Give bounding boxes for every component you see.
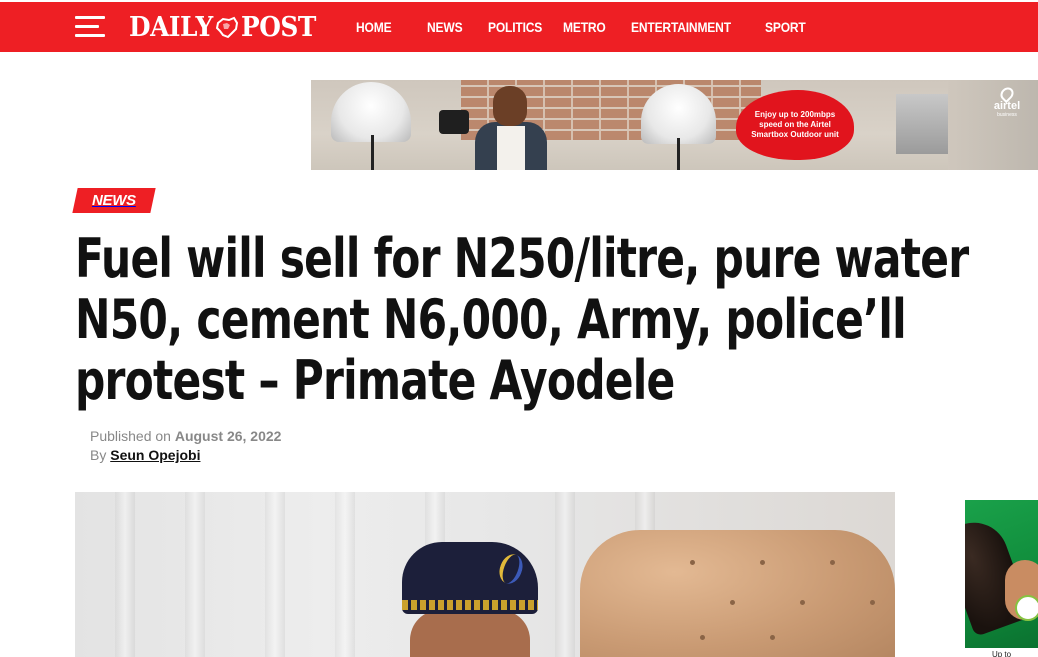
article-meta: Published on August 26, 2022 By Seun Ope… — [90, 427, 281, 465]
ad-offer-text: Enjoy up to 200mbps speed on the Airtel … — [751, 110, 839, 139]
category-badge-news[interactable]: NEWS — [72, 188, 156, 213]
article-hero-image — [75, 492, 895, 657]
published-date: August 26, 2022 — [174, 428, 282, 444]
publish-line: Published on August 26, 2022 — [90, 427, 281, 446]
by-label: By — [90, 447, 107, 463]
logo-word-daily: DAILY — [129, 12, 213, 43]
sidebar-ad-caption: Up to — [991, 650, 1012, 657]
author-link[interactable]: Seun Opejobi — [110, 447, 200, 463]
nav-item-sport[interactable]: SPORT — [765, 19, 806, 35]
published-label: Published on — [90, 428, 171, 444]
byline: By Seun Opejobi — [90, 446, 281, 465]
logo-word-post: POST — [241, 12, 316, 43]
nav-item-metro[interactable]: METRO — [563, 19, 606, 35]
top-nav-bar: DAILY POST HOME NEWS POLITICS METRO ENTE… — [0, 2, 1038, 52]
hero-person-face — [410, 610, 530, 657]
ad-photographer — [471, 86, 551, 170]
nigeria-map-icon — [215, 16, 239, 39]
camera-icon — [439, 110, 469, 134]
ad-offer-bubble: Enjoy up to 200mbps speed on the Airtel … — [736, 90, 854, 160]
nav-item-entertainment[interactable]: ENTERTAINMENT — [631, 19, 731, 35]
ad-studio-umbrella — [331, 82, 411, 142]
nav-item-politics[interactable]: POLITICS — [488, 19, 542, 35]
site-logo[interactable]: DAILY POST — [129, 12, 322, 44]
product-badge-icon — [1015, 595, 1038, 621]
main-nav: HOME NEWS POLITICS METRO ENTERTAINMENT S… — [356, 2, 842, 52]
airtel-logo: airtel business — [990, 84, 1024, 118]
top-banner-ad[interactable]: Enjoy up to 200mbps speed on the Airtel … — [311, 80, 1038, 170]
nav-item-home[interactable]: HOME — [356, 19, 392, 35]
nav-item-news[interactable]: NEWS — [427, 19, 463, 35]
article-title: Fuel will sell for N250/litre, pure wate… — [75, 227, 969, 412]
hamburger-menu-icon[interactable] — [75, 16, 105, 38]
sidebar-ad[interactable] — [965, 500, 1038, 648]
hero-armchair — [580, 530, 895, 657]
